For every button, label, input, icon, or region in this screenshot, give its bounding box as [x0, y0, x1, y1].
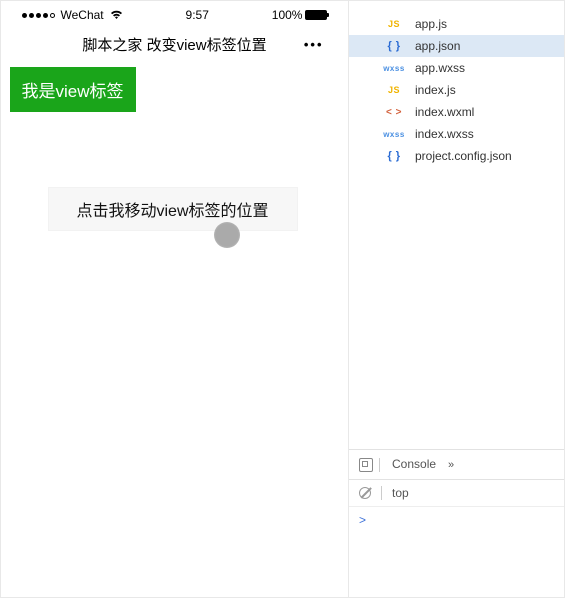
nav-bar: 脚本之家 改变view标签位置 ••• — [10, 24, 340, 67]
file-name: app.js — [415, 17, 447, 31]
file-type-icon: wxss — [381, 130, 407, 139]
preview-pane: WeChat 9:57 100% 脚本之家 改变view标签位置 ••• 我是v… — [1, 1, 349, 597]
more-menu-icon[interactable]: ••• — [294, 37, 324, 52]
file-type-icon: wxss — [381, 64, 407, 73]
file-type-icon: JS — [381, 19, 407, 29]
file-name: index.wxss — [415, 127, 474, 141]
console-panel: Console » top > — [349, 449, 564, 597]
clock: 9:57 — [186, 8, 209, 22]
phone-frame: WeChat 9:57 100% 脚本之家 改变view标签位置 ••• 我是v… — [10, 1, 340, 547]
file-row[interactable]: { } app.json — [349, 35, 564, 57]
separator — [379, 458, 380, 472]
console-context[interactable]: top — [392, 486, 409, 500]
file-row[interactable]: wxss app.wxss — [349, 57, 564, 79]
separator — [381, 486, 382, 500]
file-name: app.json — [415, 39, 460, 53]
file-row[interactable]: JS index.js — [349, 79, 564, 101]
right-pane: JS app.js { } app.json wxss app.wxss JS index.j… — [349, 1, 564, 597]
file-list: JS app.js { } app.json wxss app.wxss JS index.j… — [349, 1, 564, 167]
app-body: 我是view标签 点击我移动view标签的位置 — [10, 67, 340, 547]
console-body[interactable]: > — [349, 507, 564, 597]
file-row[interactable]: < > index.wxml — [349, 101, 564, 123]
console-prompt-icon: > — [359, 513, 366, 527]
file-row[interactable]: wxss index.wxss — [349, 123, 564, 145]
file-row[interactable]: JS app.js — [349, 13, 564, 35]
tabs-overflow-icon[interactable]: » — [448, 459, 454, 471]
file-type-icon: { } — [381, 150, 407, 162]
page-title: 脚本之家 改变view标签位置 — [56, 34, 294, 55]
file-name: index.js — [415, 83, 456, 97]
view-tag[interactable]: 我是view标签 — [10, 67, 136, 112]
file-type-icon: < > — [381, 107, 407, 118]
carrier-label: WeChat — [61, 8, 104, 22]
status-bar: WeChat 9:57 100% — [10, 1, 340, 24]
file-type-icon: JS — [381, 85, 407, 95]
file-row[interactable]: { } project.config.json — [349, 145, 564, 167]
signal-icon — [22, 13, 55, 18]
move-view-button[interactable]: 点击我移动view标签的位置 — [48, 187, 298, 231]
tab-console[interactable]: Console — [386, 453, 442, 477]
battery-percent: 100% — [272, 8, 303, 22]
wifi-icon — [110, 10, 123, 20]
elements-picker-icon[interactable] — [359, 458, 373, 472]
file-name: app.wxss — [415, 61, 465, 75]
battery-icon — [305, 10, 327, 20]
file-type-icon: { } — [381, 40, 407, 52]
clear-console-icon[interactable] — [359, 487, 371, 499]
file-name: project.config.json — [415, 149, 512, 163]
file-name: index.wxml — [415, 105, 474, 119]
